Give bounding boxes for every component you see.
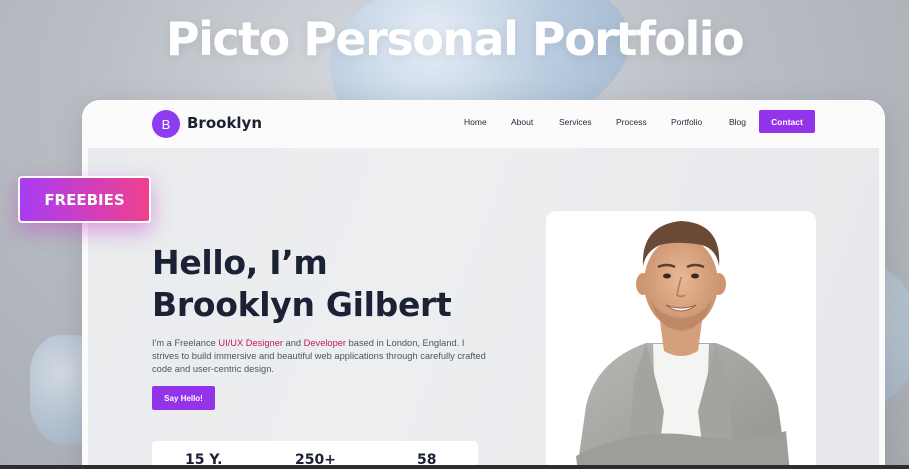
hero-section: Hello, I’m Brooklyn Gilbert I'm a Freela… [88,148,879,469]
nav-portfolio[interactable]: Portfolio [671,117,702,127]
bottom-edge [0,465,909,469]
hero-title-line1: Hello, I’m [152,243,328,282]
profile-photo-card [546,211,816,469]
desc-and: and [282,338,304,348]
site-navbar: B Brooklyn Home About Services Process P… [82,100,885,148]
person-photo [576,221,790,469]
say-hello-button[interactable]: Say Hello! [152,386,215,410]
page-headline: Picto Personal Portfolio [165,12,745,66]
nav-blog[interactable]: Blog [729,117,746,127]
nav-home[interactable]: Home [464,117,487,127]
portfolio-preview: B Brooklyn Home About Services Process P… [82,100,885,469]
brand-name[interactable]: Brooklyn [187,114,262,132]
desc-role-designer: UI/UX Designer [218,338,283,348]
hero-title-line2: Brooklyn Gilbert [152,285,452,324]
logo-badge[interactable]: B [152,110,180,138]
desc-role-developer: Developer [303,338,347,348]
hero-title: Hello, I’m Brooklyn Gilbert [152,242,452,326]
nav-about[interactable]: About [511,117,533,127]
freebies-badge: FREEBIES [18,176,151,223]
nav-services[interactable]: Services [559,117,592,127]
nav-process[interactable]: Process [616,117,647,127]
desc-prefix: I'm a Freelance [152,338,219,348]
hero-description: I'm a Freelance UI/UX Designer and Devel… [152,337,492,376]
contact-button[interactable]: Contact [759,110,815,133]
